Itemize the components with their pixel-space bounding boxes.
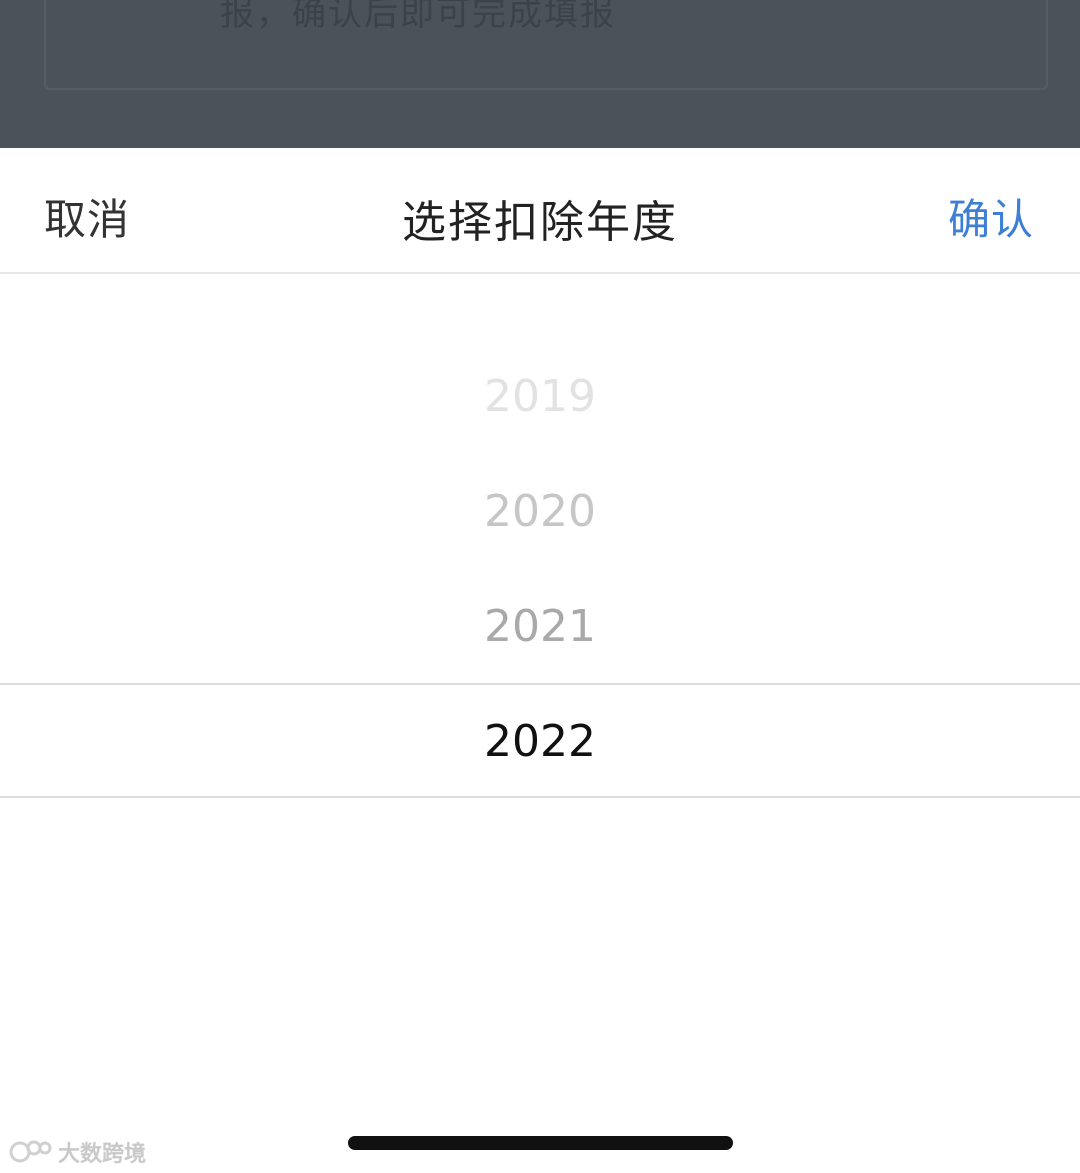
background-partial-text: 报，确认后即可完成填报 (220, 0, 616, 34)
picker-option-2022-selected[interactable]: 2022 (0, 685, 1080, 799)
dimmed-background[interactable]: 报，确认后即可完成填报 (0, 0, 1080, 148)
year-picker-sheet: 取消 选择扣除年度 确认 2019 2020 2021 2022 (0, 148, 1080, 1173)
watermark-logo-icon (9, 1140, 52, 1163)
confirm-button[interactable]: 确认 (948, 186, 1034, 247)
year-picker-wheel[interactable]: 2019 2020 2021 2022 (0, 274, 1080, 1074)
picker-option-2020[interactable]: 2020 (0, 455, 1080, 569)
watermark: 大数跨境 (8, 1136, 146, 1168)
picker-option-2021[interactable]: 2021 (0, 570, 1080, 684)
screen: 报，确认后即可完成填报 取消 选择扣除年度 确认 2019 2020 2021 … (0, 0, 1080, 1173)
home-indicator[interactable] (348, 1136, 733, 1150)
watermark-text: 大数跨境 (58, 1142, 147, 1167)
sheet-title: 选择扣除年度 (402, 197, 678, 248)
sheet-header: 取消 选择扣除年度 确认 (0, 148, 1080, 274)
picker-option-2019[interactable]: 2019 (0, 340, 1080, 454)
